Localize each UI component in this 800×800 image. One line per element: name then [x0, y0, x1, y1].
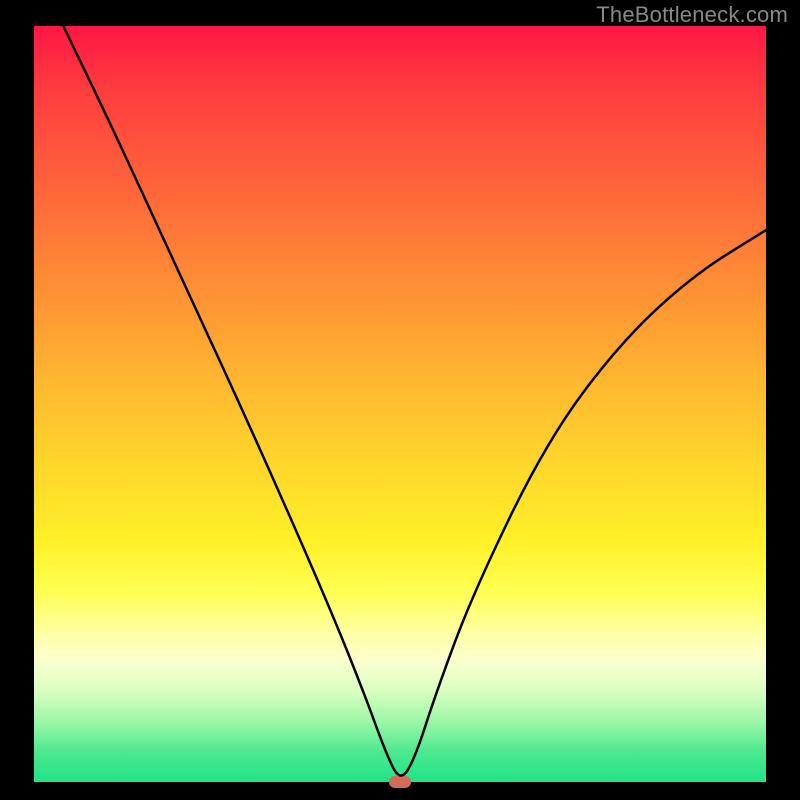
chart-frame: TheBottleneck.com: [0, 0, 800, 800]
watermark-text: TheBottleneck.com: [596, 2, 788, 28]
curve-svg: [34, 26, 766, 782]
plot-area: [34, 26, 766, 782]
curve-path: [63, 26, 766, 776]
